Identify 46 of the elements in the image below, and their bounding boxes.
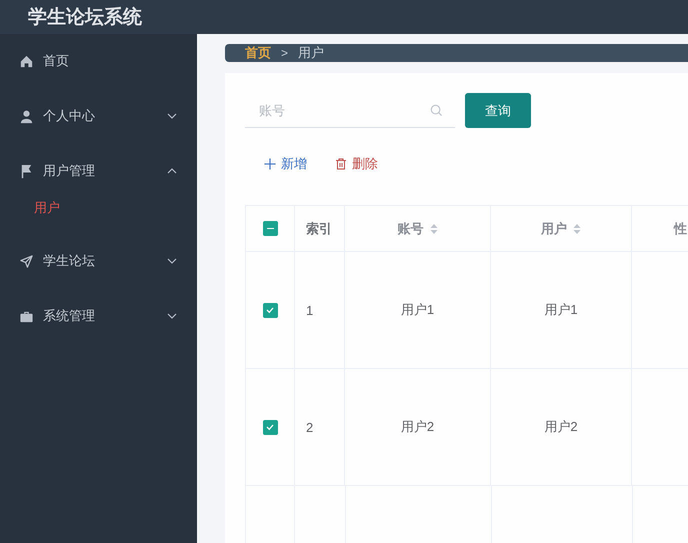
chevron-down-icon	[167, 313, 177, 319]
table-cell: 用户2	[400, 418, 434, 436]
menu-item[interactable]: 个人中心	[0, 98, 197, 134]
plus-icon	[264, 158, 276, 170]
app-title: 学生论坛系统	[28, 6, 142, 30]
column-header-cell[interactable]: 用户	[491, 206, 632, 251]
column-header: 用户	[541, 220, 567, 238]
paper-plane-icon	[19, 254, 34, 268]
menu-item[interactable]: 用户管理	[0, 153, 197, 189]
sort-icon[interactable]	[430, 222, 438, 234]
home-icon	[19, 54, 34, 68]
table-cell: 1	[306, 302, 314, 318]
delete-button[interactable]: 删除	[335, 155, 378, 173]
sort-icon[interactable]	[573, 222, 581, 234]
table-cell: 用户1	[400, 301, 434, 319]
row-checkbox[interactable]	[262, 420, 278, 434]
menu-item[interactable]: 学生论坛	[0, 243, 197, 279]
add-button[interactable]: 新增	[264, 155, 307, 173]
column-header-cell[interactable]: 性	[632, 206, 688, 251]
column-header: 账号	[398, 220, 424, 238]
chevron-down-icon	[167, 258, 177, 264]
breadcrumb-separator: >	[281, 46, 288, 60]
user-icon	[19, 108, 34, 124]
flag-icon	[19, 164, 34, 178]
trash-icon	[335, 158, 347, 170]
submenu-item[interactable]: 用户	[0, 192, 197, 224]
table-cell: 2	[306, 420, 314, 434]
check-icon	[265, 422, 275, 432]
search-field[interactable]: 账号	[245, 93, 455, 128]
table-cell: 用户2	[544, 418, 578, 436]
row-checkbox[interactable]	[262, 302, 278, 318]
breadcrumb-current: 用户	[298, 44, 324, 62]
chevron-up-icon	[167, 168, 177, 174]
column-header-cell[interactable]: 索引	[295, 206, 345, 251]
column-header-cell[interactable]: 账号	[345, 206, 491, 251]
select-all-checkbox[interactable]	[262, 221, 278, 236]
column-header: 性	[674, 220, 687, 238]
chevron-down-icon	[167, 113, 177, 119]
breadcrumb-link[interactable]: 首页	[245, 44, 271, 62]
query-button[interactable]: 查询	[465, 93, 531, 128]
menu-item[interactable]: 系统管理	[0, 298, 197, 334]
check-icon	[265, 305, 275, 315]
search-icon	[430, 104, 443, 117]
column-header: 索引	[306, 220, 332, 238]
table-cell: 用户1	[544, 301, 578, 319]
menu-item[interactable]: 首页	[0, 43, 197, 79]
